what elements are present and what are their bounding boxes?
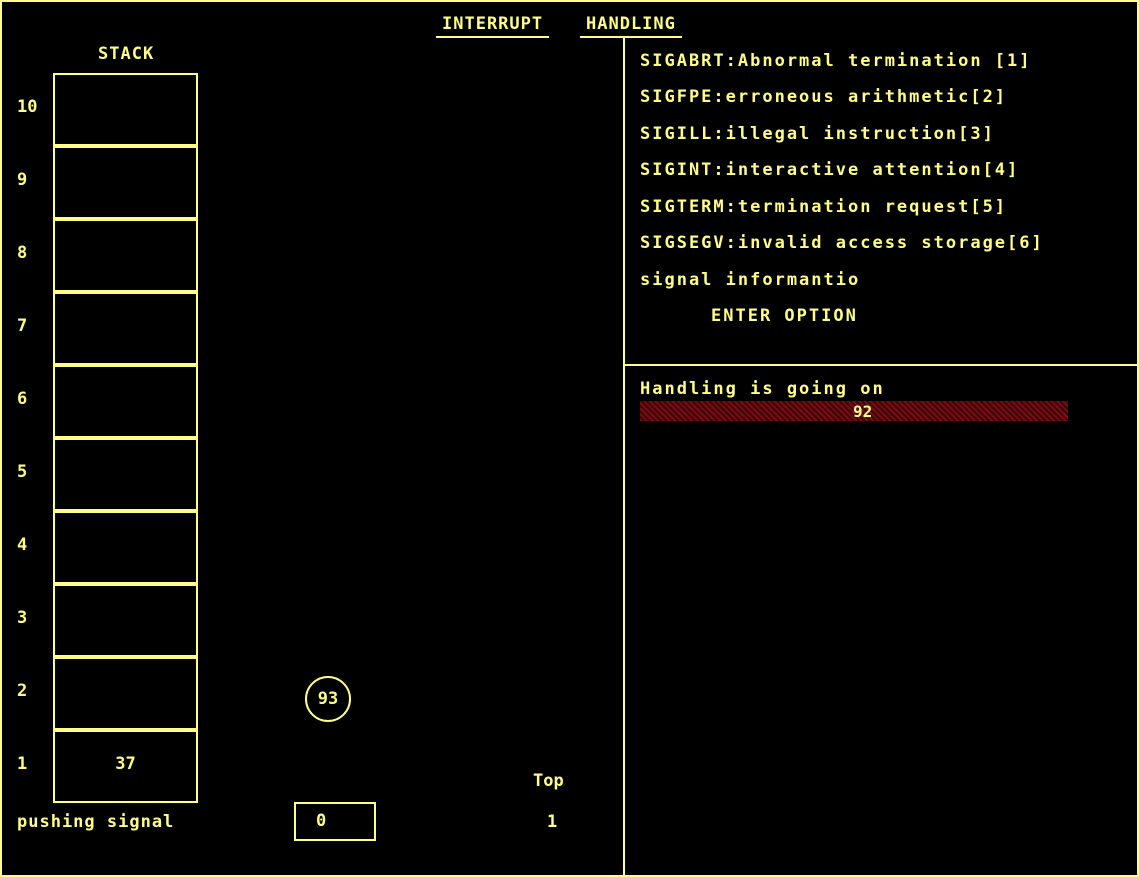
menu-item-sigabrt[interactable]: SIGABRT:Abnormal termination [1] — [640, 51, 1032, 71]
stack-cell-5 — [53, 438, 198, 511]
top-value: 1 — [547, 812, 558, 832]
stack-index-2: 2 — [17, 681, 28, 701]
horizontal-divider — [623, 364, 1139, 366]
stack-index-3: 3 — [17, 608, 28, 628]
stack-cell-7 — [53, 292, 198, 365]
stack-cell-8 — [53, 219, 198, 292]
handling-status-text: Handling is going on — [640, 379, 885, 399]
menu-item-sigfpe[interactable]: SIGFPE:erroneous arithmetic[2] — [640, 87, 1007, 107]
stack-cell-1: 37 — [53, 730, 198, 803]
stack-cell-3 — [53, 584, 198, 657]
stack-label: STACK — [98, 44, 155, 64]
title-handling: HANDLING — [580, 14, 682, 38]
stack-index-8: 8 — [17, 243, 28, 263]
signal-token: 93 — [305, 676, 351, 722]
stack-cell-10 — [53, 73, 198, 146]
stack-index-4: 4 — [17, 535, 28, 555]
stack-index-10: 10 — [17, 97, 38, 117]
menu-item-sigterm[interactable]: SIGTERM:termination request[5] — [640, 197, 1007, 217]
stack-cell-value: 37 — [115, 754, 136, 774]
vertical-divider — [623, 36, 625, 877]
stack-index-9: 9 — [17, 170, 28, 190]
menu-item-sigint[interactable]: SIGINT:interactive attention[4] — [640, 160, 1019, 180]
enter-option-prompt: ENTER OPTION — [711, 306, 858, 326]
stack-cell-6 — [53, 365, 198, 438]
stack-cell-4 — [53, 511, 198, 584]
menu-item-signal-info[interactable]: signal informantio — [640, 270, 860, 290]
stack-cell-9 — [53, 146, 198, 219]
stack-index-6: 6 — [17, 389, 28, 409]
stack-cell-2 — [53, 657, 198, 730]
pushing-signal-box: 0 — [294, 802, 376, 841]
menu-item-sigill[interactable]: SIGILL:illegal instruction[3] — [640, 124, 995, 144]
menu-item-sigsegv[interactable]: SIGSEGV:invalid access storage[6] — [640, 233, 1044, 253]
stack-index-7: 7 — [17, 316, 28, 336]
pushing-signal-label: pushing signal — [17, 812, 175, 832]
stack-index-1: 1 — [17, 754, 28, 774]
handling-progress-value: 92 — [853, 402, 873, 421]
stack-index-5: 5 — [17, 462, 28, 482]
title-interrupt: INTERRUPT — [436, 14, 550, 38]
top-label: Top — [533, 771, 564, 791]
